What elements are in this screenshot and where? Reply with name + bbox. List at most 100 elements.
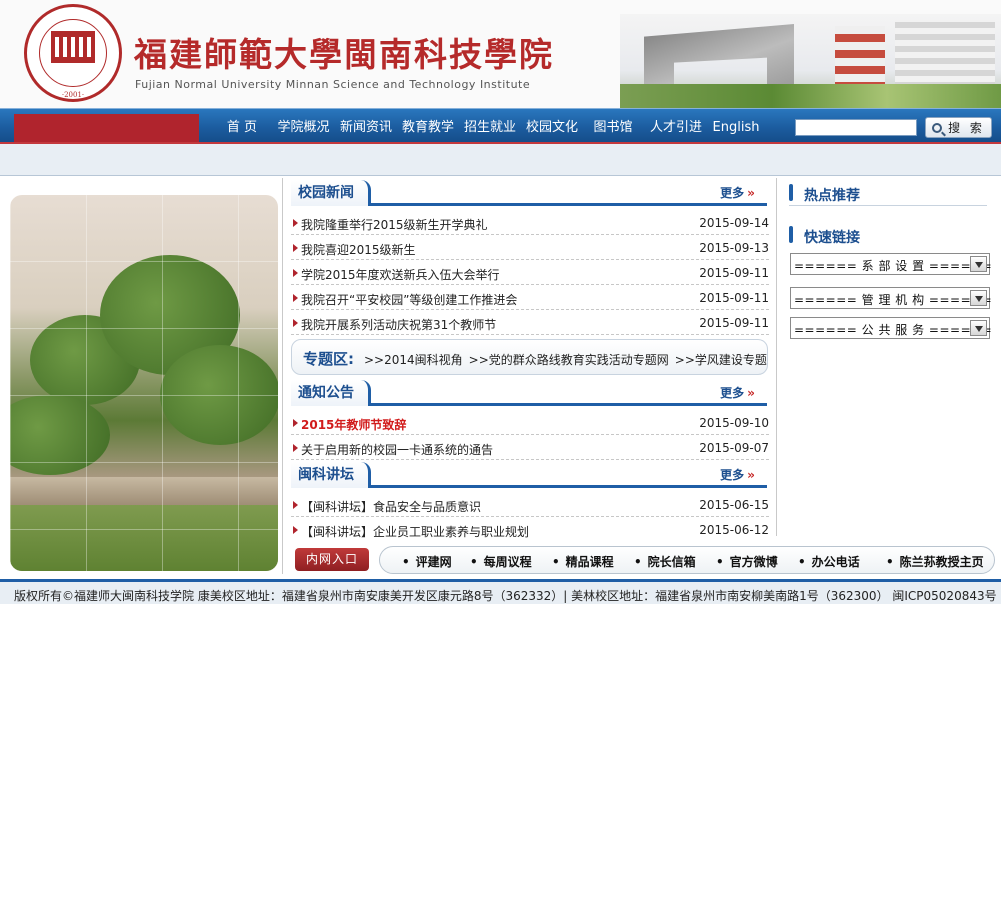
campus-news-more-link[interactable]: 更多 ››: [720, 184, 755, 201]
quick-links-title: 快速链接: [804, 230, 860, 246]
lecture-title[interactable]: 【闽科讲坛】企业员工职业素养与职业规划: [301, 523, 529, 540]
news-row[interactable]: 学院2015年度欢送新兵入伍大会举行 2015-09-11: [291, 260, 769, 285]
public-services-select-value: ====== 公 共 服 务 ======: [794, 323, 993, 337]
arrow-bullet-icon: [293, 444, 298, 452]
nav-home[interactable]: 首 页: [212, 109, 272, 143]
arrow-bullet-icon: [293, 294, 298, 302]
news-row[interactable]: 我院隆重举行2015级新生开学典礼 2015-09-14: [291, 210, 769, 235]
news-title[interactable]: 我院隆重举行2015级新生开学典礼: [301, 216, 488, 233]
nav-campus-culture[interactable]: 校园文化: [521, 109, 583, 143]
link-evaluation[interactable]: 评建网: [402, 553, 452, 570]
notices-header: 通知公告 更多 ››: [291, 380, 767, 406]
public-services-select[interactable]: ====== 公 共 服 务 ======: [790, 317, 993, 339]
search-button[interactable]: 搜 索: [925, 117, 992, 138]
bottom-quick-links: 评建网 每周议程 精品课程 院长信箱 官方微博 办公电话 陈兰荪教授主页: [379, 546, 995, 574]
notice-date: 2015-09-07: [699, 441, 769, 455]
nav-teaching[interactable]: 教育教学: [397, 109, 459, 143]
arrow-bullet-icon: [293, 269, 298, 277]
news-date: 2015-09-14: [699, 216, 769, 230]
column-divider: [282, 178, 283, 574]
dropdown-arrow-icon[interactable]: [970, 256, 987, 272]
arrow-bullet-icon: [293, 501, 298, 509]
column-divider-right: [776, 178, 777, 536]
campus-news-header: 校园新闻 更多 ››: [291, 180, 767, 206]
nav-english[interactable]: English: [709, 109, 763, 143]
lectures-more-link[interactable]: 更多 ››: [720, 466, 755, 483]
nav-red-block: [14, 114, 199, 143]
dropdown-arrow-icon[interactable]: [970, 320, 987, 336]
hot-recommend-header: 热点推荐: [789, 182, 987, 206]
nav-recruitment[interactable]: 人才引进: [643, 109, 709, 143]
double-chevron-icon: ››: [747, 186, 755, 200]
admin-offices-select[interactable]: ====== 管 理 机 构 ======: [790, 287, 992, 309]
link-professor-homepage[interactable]: 陈兰荪教授主页: [886, 553, 984, 570]
nav-library[interactable]: 图书馆: [583, 109, 643, 143]
college-logo[interactable]: ·2001·: [24, 4, 122, 102]
news-date: 2015-09-11: [699, 266, 769, 280]
site-title-cn: 福建師範大學閩南科技學院: [134, 35, 554, 74]
main-nav: 首 页 学院概况 新闻资讯 教育教学 招生就业 校园文化 图书馆 人才引进 En…: [0, 108, 1001, 143]
notice-row[interactable]: 2015年教师节致辞 2015-09-10: [291, 410, 769, 435]
news-date: 2015-09-13: [699, 241, 769, 255]
logo-year: ·2001·: [61, 91, 85, 99]
link-president-mailbox[interactable]: 院长信箱: [634, 553, 696, 570]
nav-news[interactable]: 新闻资讯: [335, 109, 397, 143]
lecture-date: 2015-06-12: [699, 523, 769, 537]
arrow-bullet-icon: [293, 419, 298, 427]
news-title[interactable]: 学院2015年度欢送新兵入伍大会举行: [301, 266, 500, 283]
lecture-title[interactable]: 【闽科讲坛】食品安全与品质意识: [301, 498, 481, 515]
news-title[interactable]: 我院喜迎2015级新生: [301, 241, 416, 258]
section-bar-icon: [789, 226, 793, 243]
link-weekly-agenda[interactable]: 每周议程: [470, 553, 532, 570]
notice-title[interactable]: 2015年教师节致辞: [301, 416, 406, 433]
search-button-label: 搜 索: [948, 121, 985, 135]
section-bar-icon: [789, 184, 793, 201]
arrow-bullet-icon: [293, 219, 298, 227]
special-link-study-style[interactable]: >>学风建设专题: [675, 351, 767, 368]
nav-about[interactable]: 学院概况: [272, 109, 335, 143]
site-footer: 版权所有©福建师大闽南科技学院 康美校区地址：福建省泉州市南安康美开发区康元路8…: [0, 579, 1001, 604]
news-title[interactable]: 我院开展系列活动庆祝第31个教师节: [301, 316, 496, 333]
lecture-row[interactable]: 【闽科讲坛】企业员工职业素养与职业规划 2015-06-12: [291, 517, 769, 542]
news-date: 2015-09-11: [699, 291, 769, 305]
lectures-header: 闽科讲坛 更多 ››: [291, 462, 767, 488]
notices-title: 通知公告: [291, 380, 371, 406]
special-link-vision[interactable]: >>2014闽科视角: [364, 351, 463, 368]
lecture-date: 2015-06-15: [699, 498, 769, 512]
special-topics-links: >>2014闽科视角 >>党的群众路线教育实践活动专题网 >>学风建设专题: [364, 351, 767, 368]
dropdown-arrow-icon[interactable]: [970, 290, 987, 306]
sub-nav-band: [0, 142, 1001, 176]
notice-title[interactable]: 关于启用新的校园一卡通系统的通告: [301, 441, 493, 458]
campus-lake-photo: [10, 195, 278, 571]
news-row[interactable]: 我院召开“平安校园”等级创建工作推进会 2015-09-11: [291, 285, 769, 310]
link-official-weibo[interactable]: 官方微博: [716, 553, 778, 570]
double-chevron-icon: ››: [747, 386, 755, 400]
news-title[interactable]: 我院召开“平安校园”等级创建工作推进会: [301, 291, 517, 308]
special-link-mass-line[interactable]: >>党的群众路线教育实践活动专题网: [469, 351, 669, 368]
double-chevron-icon: ››: [747, 468, 755, 482]
notices-more-link[interactable]: 更多 ››: [720, 384, 755, 401]
arrow-bullet-icon: [293, 244, 298, 252]
departments-select-value: ====== 系 部 设 置 ======: [794, 259, 993, 273]
campus-gate-photo: [620, 14, 1001, 108]
special-topics-box: 专题区: >>2014闽科视角 >>党的群众路线教育实践活动专题网 >>学风建设…: [291, 339, 768, 375]
notice-date: 2015-09-10: [699, 416, 769, 430]
quick-links-header: 快速链接: [789, 224, 987, 248]
departments-select[interactable]: ====== 系 部 设 置 ======: [790, 253, 993, 275]
lecture-row[interactable]: 【闽科讲坛】食品安全与品质意识 2015-06-15: [291, 492, 769, 517]
site-title-en: Fujian Normal University Minnan Science …: [135, 78, 531, 91]
news-row[interactable]: 我院开展系列活动庆祝第31个教师节 2015-09-11: [291, 310, 769, 335]
arrow-bullet-icon: [293, 526, 298, 534]
link-office-phone[interactable]: 办公电话: [798, 553, 860, 570]
link-quality-courses[interactable]: 精品课程: [552, 553, 614, 570]
notice-row[interactable]: 关于启用新的校园一卡通系统的通告 2015-09-07: [291, 435, 769, 460]
intranet-entry-button[interactable]: 内网入口: [295, 548, 369, 571]
news-row[interactable]: 我院喜迎2015级新生 2015-09-13: [291, 235, 769, 260]
special-topics-label: 专题区:: [303, 350, 354, 368]
footer-copyright: 版权所有©福建师大闽南科技学院 康美校区地址：福建省泉州市南安康美开发区康元路8…: [14, 589, 997, 603]
news-date: 2015-09-11: [699, 316, 769, 330]
hot-recommend-title: 热点推荐: [804, 188, 860, 204]
search-input[interactable]: [795, 119, 917, 136]
lectures-title: 闽科讲坛: [291, 462, 371, 488]
nav-admissions[interactable]: 招生就业: [459, 109, 521, 143]
